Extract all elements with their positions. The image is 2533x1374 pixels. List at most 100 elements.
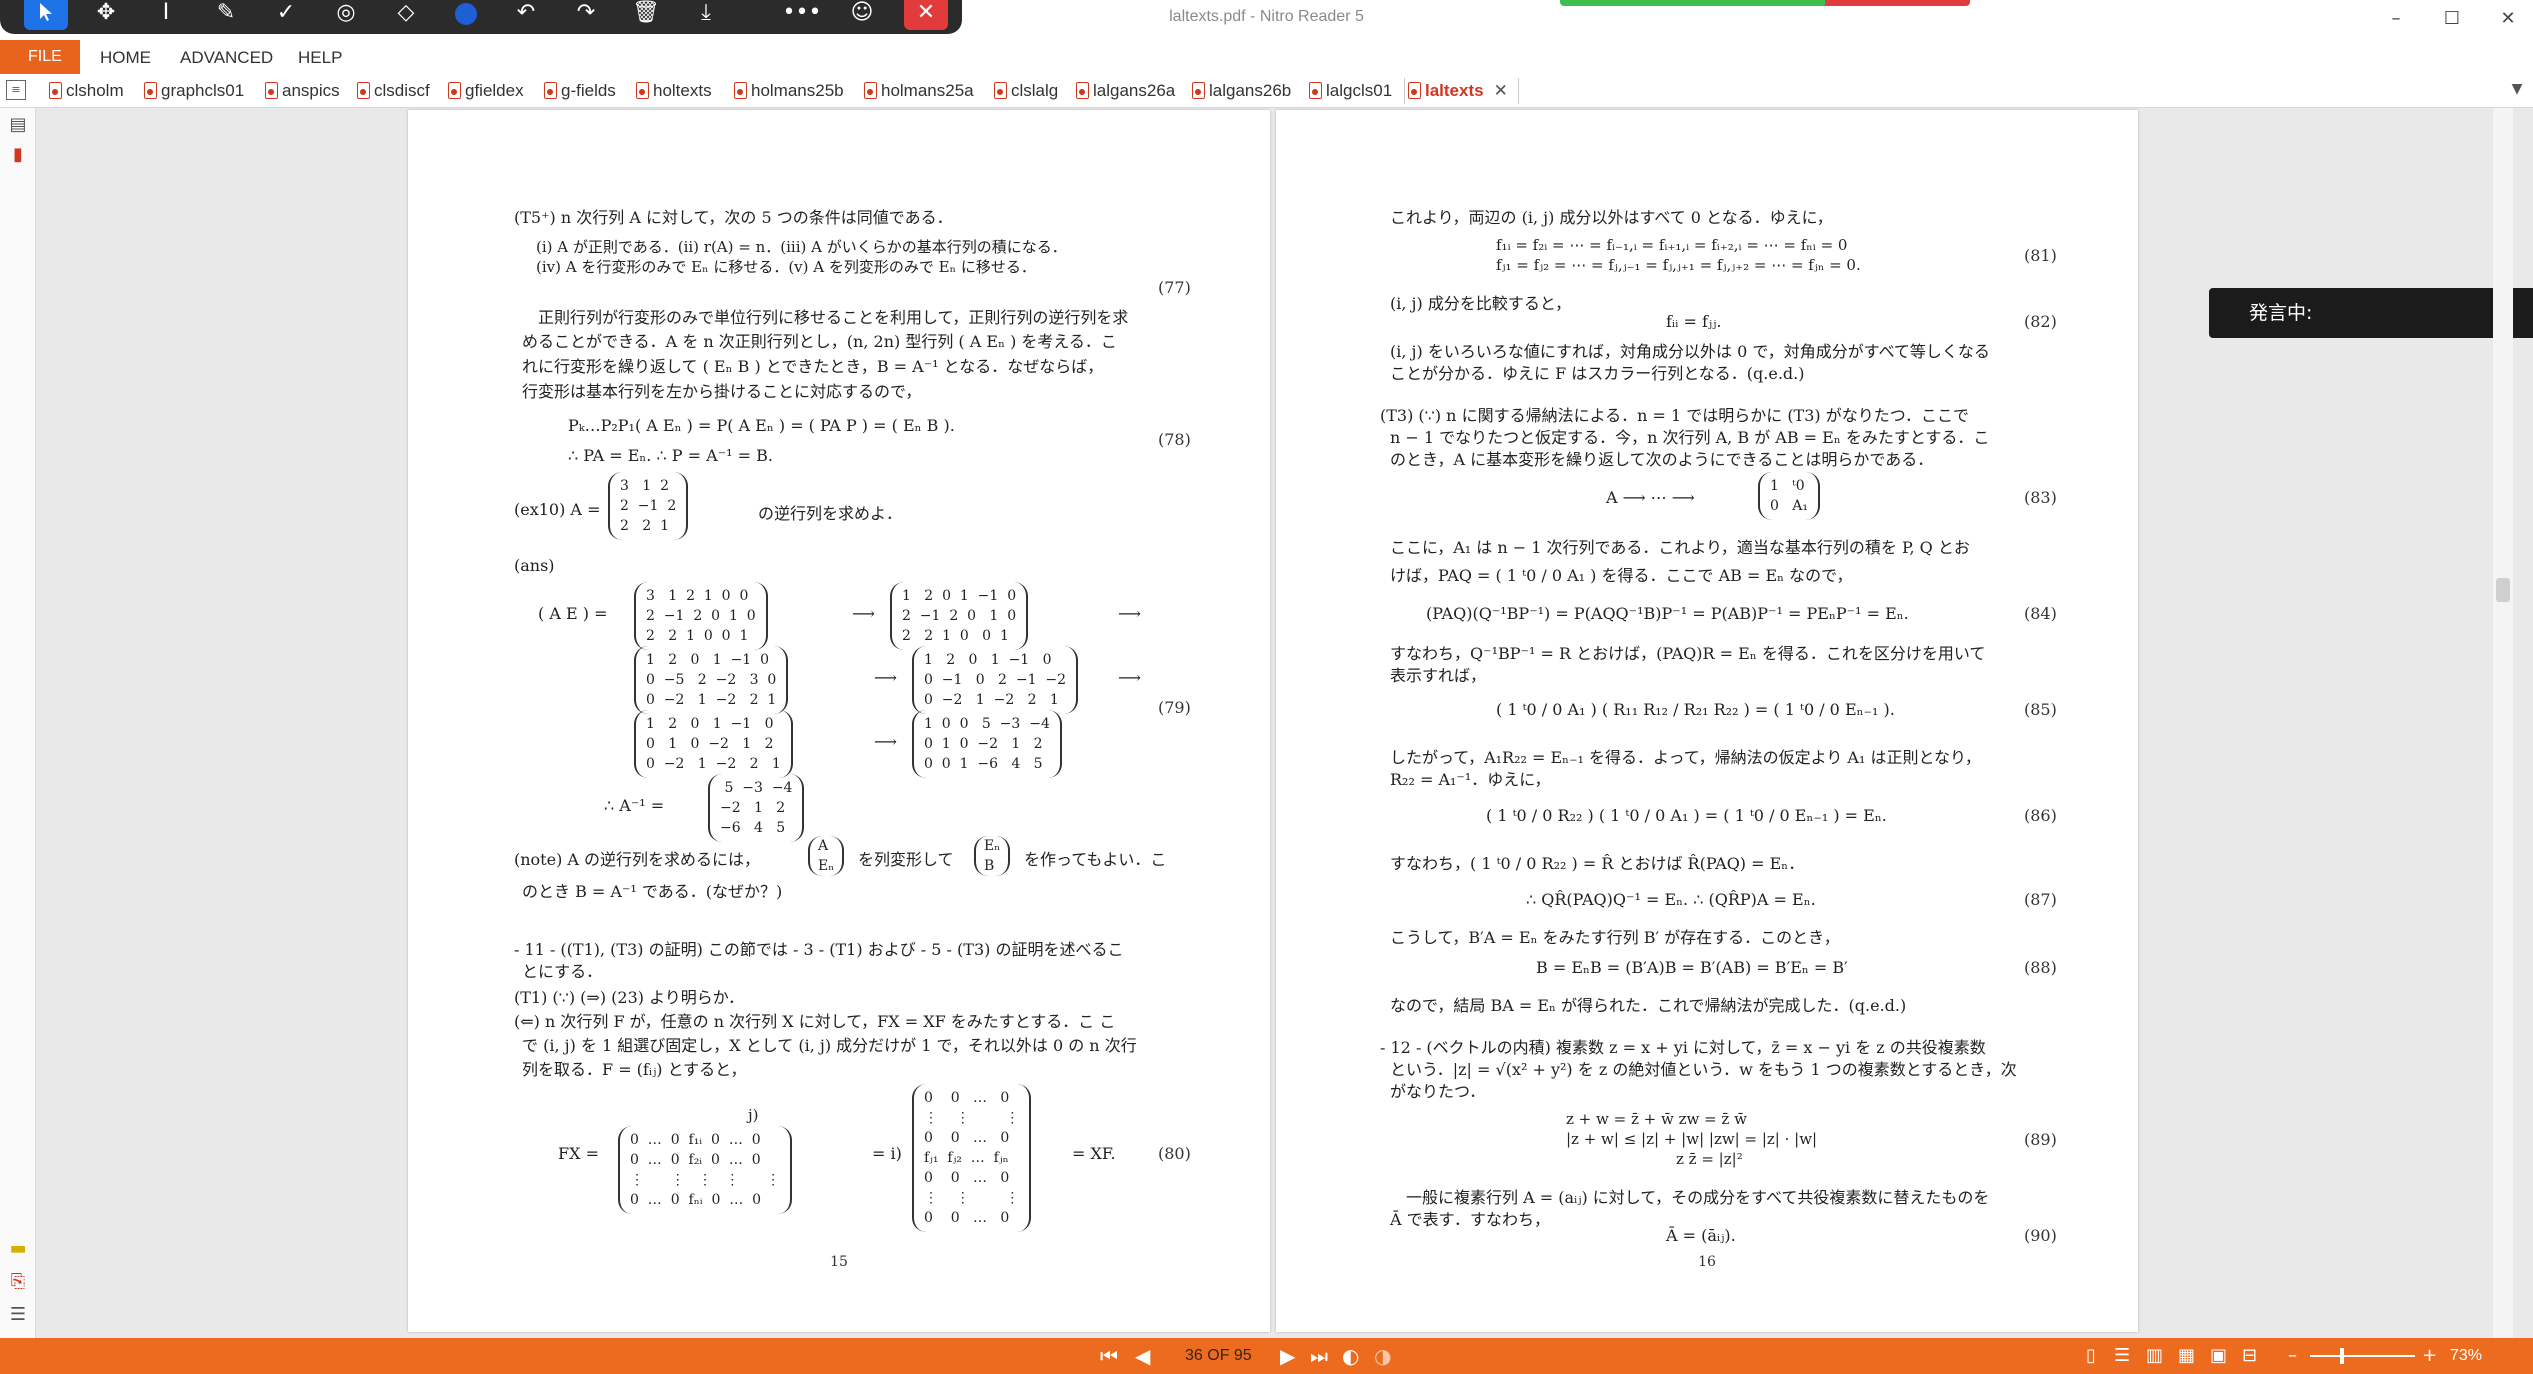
minimize-button[interactable]: – [2376, 4, 2416, 34]
column-marker: j) [748, 1106, 759, 1124]
equation: f₁ᵢ = f₂ᵢ = ⋯ = fᵢ₋₁,ᵢ = fᵢ₊₁,ᵢ = fᵢ₊₂,ᵢ… [1496, 236, 1848, 254]
equation-number: (87) [2024, 890, 2057, 909]
download-icon[interactable]: ⤓ [684, 0, 728, 30]
tab-graphcls01[interactable]: graphcls01 [141, 78, 244, 104]
floating-toolbar: ✥ I ✎ ✓ ◎ ◇ ↶ ↷ 🗑 ⤓ ••• ☺ ✕ [0, 0, 962, 34]
equation-number: (86) [2024, 806, 2057, 825]
equation: fⱼ₁ = fⱼ₂ = ⋯ = fⱼ,ⱼ₋₁ = fⱼ,ⱼ₊₁ = fⱼ,ⱼ₊₂… [1496, 256, 1861, 274]
document-view[interactable]: (T5⁺) n 次行列 A に対して，次の 5 つの条件は同値である． (i) … [37, 108, 2533, 1338]
previous-page-icon[interactable]: ◀ [1135, 1344, 1150, 1368]
pen-icon[interactable]: ✎ [204, 0, 248, 30]
tab-laltexts[interactable]: laltexts ✕ [1404, 78, 1519, 104]
back-view-icon[interactable]: ◐ [1342, 1344, 1359, 1368]
matrix: A Eₙ [808, 836, 845, 876]
equation-number: (81) [2024, 246, 2057, 265]
pan-icon[interactable]: ✥ [84, 0, 128, 30]
equation-number: (85) [2024, 700, 2057, 719]
close-window-button[interactable]: ✕ [2488, 4, 2528, 34]
equation: (PAQ)(Q⁻¹BP⁻¹) = P(AQQ⁻¹B)P⁻¹ = P(AB)P⁻¹… [1426, 604, 1909, 623]
facing-continuous-icon[interactable]: ▦ [2178, 1344, 2195, 1368]
zoom-in-button[interactable]: + [2422, 1344, 2437, 1368]
scrollbar-thumb[interactable] [2496, 578, 2510, 602]
first-page-icon[interactable]: ⏮ [1100, 1344, 1118, 1368]
next-page-icon[interactable]: ▶ [1280, 1344, 1295, 1368]
tab-anspics[interactable]: anspics [262, 78, 340, 104]
redo-icon[interactable]: ↷ [564, 0, 608, 30]
text-cursor-icon[interactable]: I [144, 0, 188, 30]
left-sidebar: ▤ ▮ ▬ ⎘ ☰ [0, 108, 36, 1338]
equation-number: (80) [1158, 1144, 1191, 1163]
zoom-slider[interactable] [2310, 1355, 2415, 1357]
tab-holmans25b[interactable]: holmans25b [731, 78, 844, 104]
text-line: めることができる．A を n 次正則行列とし，(n, 2n) 型行列 ( A E… [522, 332, 1117, 351]
equation: = XF. [1072, 1144, 1116, 1163]
tab-clsdiscf[interactable]: clsdiscf [354, 78, 430, 104]
tab-list-icon[interactable]: ≡ [6, 80, 26, 100]
equation: fᵢᵢ = fⱼⱼ. [1666, 312, 1722, 331]
equation-number: (83) [2024, 488, 2057, 507]
zoom-out-button[interactable]: – [2288, 1344, 2297, 1368]
ribbon-menu: FILE HOME ADVANCED HELP [0, 40, 2533, 74]
page-indicator[interactable]: 36 OF 95 [1185, 1347, 1252, 1365]
more-icon[interactable]: ••• [780, 0, 824, 30]
arrow: ⟶ [1118, 604, 1141, 623]
menu-advanced[interactable]: ADVANCED [180, 48, 273, 68]
text-line: で (i, j) を 1 組選び固定し，X として (i, j) 成分だけが 1… [522, 1036, 1137, 1055]
equation: Pₖ…P₂P₁( A Eₙ ) = P( A Eₙ ) = ( PA P ) =… [568, 416, 955, 435]
tab-holtexts[interactable]: holtexts [633, 78, 712, 104]
text-line: を作ってもよい．こ [1024, 850, 1167, 869]
facing-view-icon[interactable]: ▥ [2146, 1344, 2163, 1368]
forward-view-icon[interactable]: ◑ [1374, 1344, 1391, 1368]
zoom-level[interactable]: 73% [2450, 1347, 2482, 1365]
text-line: けば，PAQ = ( 1 ᵗ0 / 0 A₁ ) を得る．ここで AB = Eₙ… [1390, 566, 1853, 585]
last-page-icon[interactable]: ⏭ [1310, 1344, 1328, 1368]
user-icon[interactable]: ☺ [840, 0, 884, 30]
close-icon[interactable]: ✕ [904, 0, 948, 30]
color-icon[interactable] [444, 0, 488, 30]
fit-page-icon[interactable]: ▣ [2210, 1344, 2227, 1368]
select-icon[interactable] [24, 0, 68, 30]
tab-clsholm[interactable]: clsholm [46, 78, 124, 104]
tab-gfieldex[interactable]: gfieldex [445, 78, 524, 104]
equation: A ⟶ ⋯ ⟶ [1606, 488, 1695, 507]
text-line: こうして，B′A = Eₙ をみたす行列 B′ が存在する．このとき， [1390, 928, 1840, 947]
text-line: (note) A の逆行列を求めるには， [514, 850, 761, 869]
output-panel-icon[interactable]: ☰ [7, 1304, 29, 1326]
tab-lalgans26a[interactable]: lalgans26a [1073, 78, 1175, 104]
undo-icon[interactable]: ↶ [504, 0, 548, 30]
matrix: Eₙ B [974, 836, 1011, 876]
tab-lalgcls01[interactable]: lalgcls01 [1306, 78, 1392, 104]
text-line: すなわち，Q⁻¹BP⁻¹ = R とおけば，(PAQ)R = Eₙ を得る．これ… [1390, 644, 1986, 663]
menu-file[interactable]: FILE [0, 40, 80, 74]
tab-clslalg[interactable]: clslalg [991, 78, 1058, 104]
pdf-file-icon [734, 82, 747, 99]
single-page-view-icon[interactable]: ▯ [2086, 1344, 2096, 1368]
zoom-slider-thumb[interactable] [2340, 1348, 2344, 1364]
vertical-scrollbar[interactable] [2493, 108, 2513, 1338]
matrix: 1 2 0 1 −1 0 0 −1 0 2 −1 −2 0 −2 1 −2 2 … [912, 646, 1079, 714]
equation-number: (78) [1158, 430, 1191, 449]
tabs-dropdown-icon[interactable]: ▼ [2506, 78, 2528, 100]
text-line: Ā で表す．すなわち， [1390, 1210, 1551, 1229]
fit-width-icon[interactable]: ⊟ [2242, 1344, 2257, 1368]
eraser-icon[interactable]: ◇ [384, 0, 428, 30]
matrix: 1 ᵗ0 0 A₁ [1758, 472, 1820, 520]
pdf-file-icon [1408, 82, 1421, 99]
continuous-view-icon[interactable]: ☰ [2114, 1344, 2130, 1368]
tab-g-fields[interactable]: g-fields [541, 78, 616, 104]
maximize-button[interactable]: ☐ [2432, 4, 2472, 34]
bookmarks-panel-icon[interactable]: ▤ [7, 114, 29, 136]
progress-bar-green [1560, 0, 1825, 6]
attachments-panel-icon[interactable]: ⎘ [7, 1271, 29, 1293]
tab-holmans25a[interactable]: holmans25a [861, 78, 974, 104]
text-line: (T3) (∵) n に関する帰納法による．n = 1 では明らかに (T3) … [1380, 406, 1969, 425]
menu-help[interactable]: HELP [298, 48, 342, 68]
comments-panel-icon[interactable]: ▬ [7, 1238, 29, 1260]
stamp-icon[interactable]: ◎ [324, 0, 368, 30]
check-icon[interactable]: ✓ [264, 0, 308, 30]
tab-close-icon[interactable]: ✕ [1494, 78, 1508, 104]
menu-home[interactable]: HOME [100, 48, 151, 68]
pages-panel-icon[interactable]: ▮ [7, 144, 29, 166]
delete-icon[interactable]: 🗑 [624, 0, 668, 30]
tab-lalgans26b[interactable]: lalgans26b [1189, 78, 1291, 104]
